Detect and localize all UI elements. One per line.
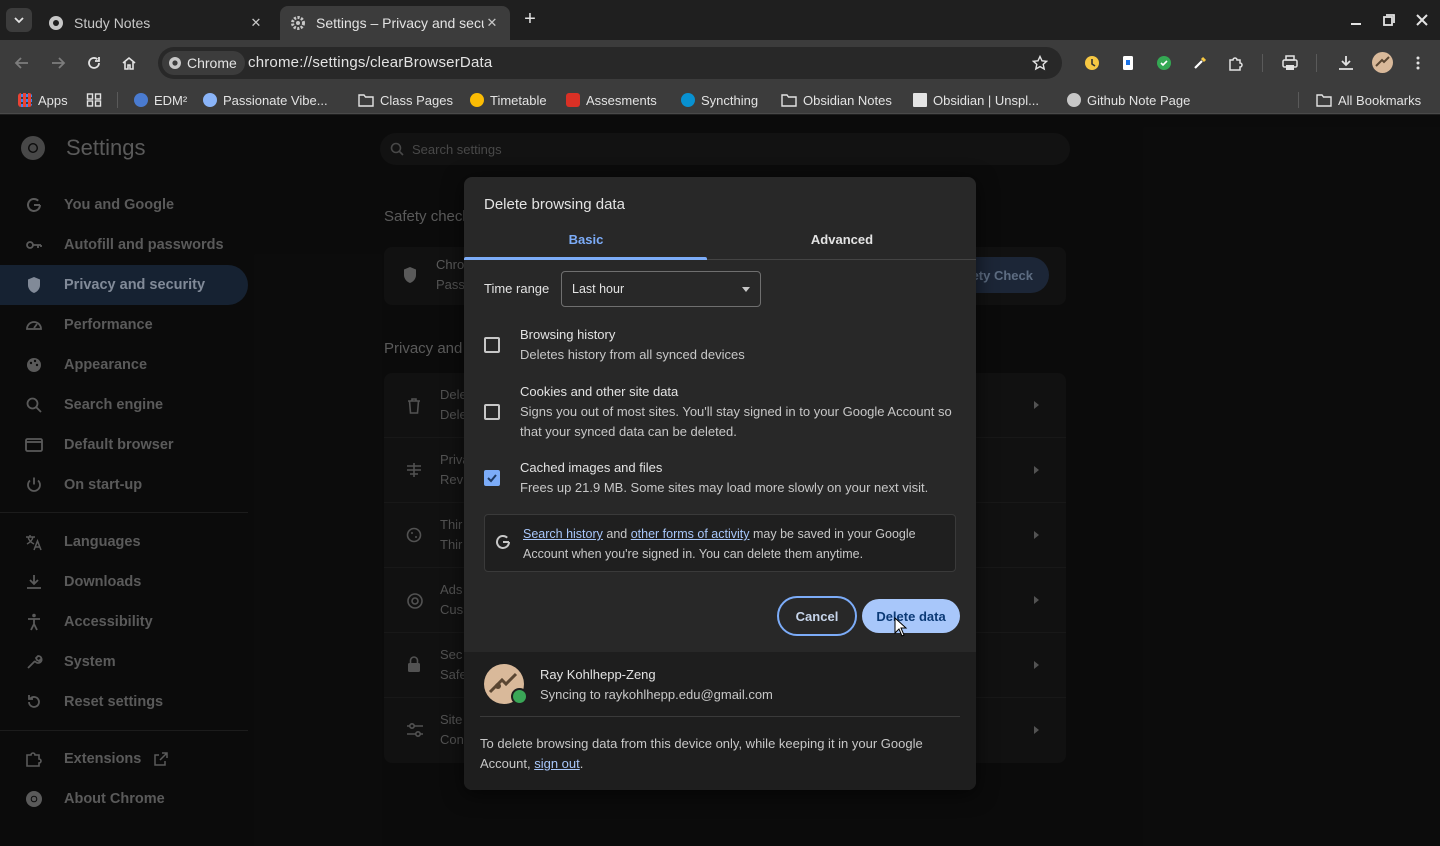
close-icon[interactable]: ✕ — [484, 15, 500, 31]
globe-favicon — [203, 93, 217, 107]
tab-title: Study Notes — [74, 15, 151, 31]
cookies-title: Cookies and other site data — [520, 384, 679, 399]
reload-icon[interactable] — [83, 52, 105, 74]
active-tab-indicator — [464, 257, 707, 260]
bookmark-class-pages[interactable]: Class Pages — [358, 91, 453, 109]
bookmark-timetable[interactable]: Timetable — [470, 91, 547, 109]
bookmarks-bar: Apps EDM² Passionate Vibe... Class Pages… — [0, 86, 1440, 114]
home-icon[interactable] — [118, 52, 140, 74]
tab-strip: Study Notes ✕ Settings – Privacy and sec… — [0, 0, 1440, 40]
more-menu-icon[interactable] — [1407, 52, 1429, 74]
google-g-icon — [495, 534, 511, 550]
globe-favicon — [48, 15, 64, 31]
minimize-icon[interactable] — [1346, 10, 1366, 30]
tab-study-notes[interactable]: Study Notes ✕ — [38, 6, 274, 40]
close-icon[interactable]: ✕ — [248, 15, 264, 31]
apps-grid-icon — [18, 93, 32, 107]
globe-favicon — [1067, 93, 1081, 107]
sign-out-link[interactable]: sign out — [534, 756, 580, 771]
bookmark-syncthing[interactable]: Syncthing — [681, 91, 758, 109]
account-sync-status: Syncing to raykohlhepp.edu@gmail.com — [540, 687, 773, 702]
chevron-down-icon — [13, 14, 25, 26]
site-chip-label: Chrome — [187, 55, 237, 71]
extension-yellow-icon[interactable] — [1081, 52, 1103, 74]
forward-icon[interactable] — [47, 52, 69, 74]
delete-data-button[interactable]: Delete data — [862, 599, 960, 633]
time-range-select[interactable]: Last hour — [561, 271, 761, 307]
bookmark-passionate-vibe[interactable]: Passionate Vibe... — [203, 91, 328, 109]
delete-browsing-data-dialog: Delete browsing data Basic Advanced Time… — [464, 177, 976, 790]
tab-settings[interactable]: Settings – Privacy and security ✕ — [280, 6, 510, 40]
cancel-button[interactable]: Cancel — [777, 596, 857, 636]
folder-icon — [781, 93, 797, 107]
address-bar[interactable]: Chrome chrome://settings/clearBrowserDat… — [158, 47, 1062, 79]
gear-icon — [290, 15, 306, 31]
syncthing-favicon — [681, 93, 695, 107]
google-notice-text: Search history and other forms of activi… — [523, 527, 916, 561]
bookmark-divider — [1298, 92, 1299, 108]
dialog-footer: Ray Kohlhepp-Zeng Syncing to raykohlhepp… — [464, 652, 976, 790]
toolbar: Chrome chrome://settings/clearBrowserDat… — [0, 40, 1440, 86]
extensions-puzzle-icon[interactable] — [1225, 52, 1247, 74]
footer-divider — [480, 716, 960, 717]
google-activity-notice: Search history and other forms of activi… — [484, 514, 956, 572]
search-history-link[interactable]: Search history — [523, 527, 603, 541]
tab-title: Settings – Privacy and security — [316, 15, 484, 31]
account-name: Ray Kohlhepp-Zeng — [540, 667, 656, 682]
bookmark-divider — [117, 92, 118, 108]
url-text: chrome://settings/clearBrowserData — [248, 54, 493, 71]
timetable-favicon — [470, 93, 484, 107]
checkmark-icon — [487, 474, 497, 483]
unsplash-favicon — [913, 93, 927, 107]
bookmark-github-note-page[interactable]: Github Note Page — [1067, 91, 1190, 109]
folder-icon — [358, 93, 374, 107]
cached-images-checkbox[interactable] — [484, 470, 500, 486]
sync-icon — [511, 688, 528, 705]
site-chip[interactable]: Chrome — [162, 51, 245, 75]
new-tab-button[interactable]: + — [520, 9, 540, 30]
extension-green-icon[interactable] — [1153, 52, 1175, 74]
folder-icon — [1316, 93, 1332, 107]
bookmark-star-icon[interactable] — [1032, 55, 1048, 71]
browsing-history-desc: Deletes history from all synced devices — [520, 347, 745, 362]
edm-favicon — [134, 93, 148, 107]
dropdown-arrow-icon — [742, 287, 750, 292]
cached-images-title: Cached images and files — [520, 460, 663, 475]
print-icon[interactable] — [1279, 52, 1301, 74]
download-icon[interactable] — [1335, 52, 1357, 74]
bookmark-edm[interactable]: EDM² — [134, 91, 187, 109]
tab-groups-icon[interactable] — [86, 91, 102, 109]
cookies-desc: Signs you out of most sites. You'll stay… — [520, 404, 952, 439]
close-window-icon[interactable] — [1412, 10, 1432, 30]
bookmark-assesments[interactable]: Assesments — [566, 91, 657, 109]
toolbar-divider — [1262, 54, 1263, 72]
profile-avatar-icon[interactable] — [1372, 52, 1393, 73]
dialog-title: Delete browsing data — [484, 196, 625, 213]
bookmark-all-bookmarks[interactable]: All Bookmarks — [1316, 91, 1421, 109]
browsing-history-title: Browsing history — [520, 327, 616, 342]
bookmark-apps[interactable]: Apps — [18, 91, 68, 109]
tab-search-button[interactable] — [6, 8, 32, 32]
footer-text: To delete browsing data from this device… — [480, 736, 923, 771]
other-activity-link[interactable]: other forms of activity — [631, 527, 750, 541]
time-range-label: Time range — [484, 281, 550, 296]
mouse-cursor-icon — [894, 617, 908, 637]
browsing-history-checkbox[interactable] — [484, 337, 500, 353]
eyedropper-icon[interactable] — [1189, 52, 1211, 74]
maximize-icon[interactable] — [1379, 10, 1399, 30]
bookmark-obsidian-notes[interactable]: Obsidian Notes — [781, 91, 892, 109]
toolbar-divider — [1316, 54, 1317, 72]
bookmark-obsidian-unsplash[interactable]: Obsidian | Unspl... — [913, 91, 1039, 109]
chrome-icon — [168, 56, 182, 70]
back-icon[interactable] — [11, 52, 33, 74]
extension-doc-icon[interactable] — [1117, 52, 1139, 74]
cookies-checkbox[interactable] — [484, 404, 500, 420]
time-range-value: Last hour — [572, 282, 625, 296]
tab-advanced[interactable]: Advanced — [720, 229, 964, 261]
cached-images-desc: Frees up 21.9 MB. Some sites may load mo… — [520, 480, 929, 495]
assessments-favicon — [566, 93, 580, 107]
